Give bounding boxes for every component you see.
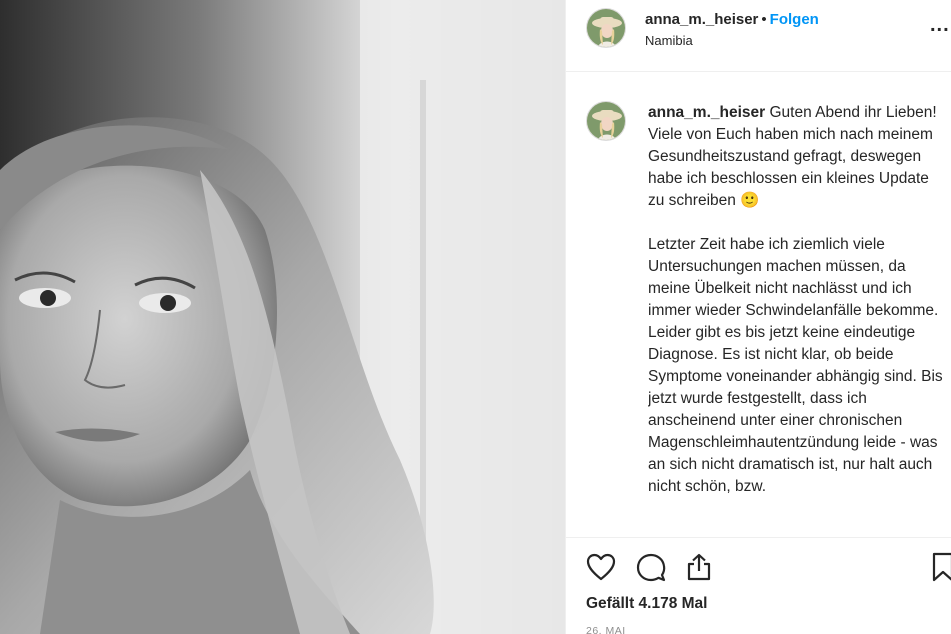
header-user-line: anna_m._heiser • Folgen xyxy=(645,11,819,28)
post-details-panel: anna_m._heiser • Folgen Namibia ... anna_m… xyxy=(565,0,951,634)
heart-icon[interactable] xyxy=(586,553,616,581)
post-caption: anna_m._heiser Guten Abend ihr Lieben! V… xyxy=(648,102,946,532)
caption-username-link[interactable]: anna_m._heiser xyxy=(648,104,765,121)
post-header: anna_m._heiser • Folgen Namibia ... xyxy=(566,0,951,72)
woman-portrait-image xyxy=(0,0,565,634)
post-date[interactable]: 26. MAI xyxy=(586,625,626,634)
separator-dot: • xyxy=(761,11,767,28)
caption-avatar[interactable] xyxy=(586,101,626,141)
comment-icon[interactable] xyxy=(636,553,666,583)
post-actions: Gefällt 4.178 Mal 26. MAI xyxy=(566,537,951,634)
likes-count[interactable]: Gefällt 4.178 Mal xyxy=(586,595,707,613)
share-icon[interactable] xyxy=(684,552,714,582)
bookmark-icon[interactable] xyxy=(932,552,951,582)
avatar-image xyxy=(587,9,625,47)
caption-paragraph-1: anna_m._heiser Guten Abend ihr Lieben! V… xyxy=(648,102,946,212)
follow-button[interactable]: Folgen xyxy=(770,11,819,28)
location-link[interactable]: Namibia xyxy=(645,33,693,48)
post-photo[interactable] xyxy=(0,0,565,634)
avatar[interactable] xyxy=(586,8,626,48)
more-options-button[interactable]: ... xyxy=(930,14,950,37)
avatar-image xyxy=(587,102,625,140)
username-link[interactable]: anna_m._heiser xyxy=(645,11,758,28)
caption-paragraph-2: Letzter Zeit habe ich ziemlich viele Unt… xyxy=(648,236,943,495)
